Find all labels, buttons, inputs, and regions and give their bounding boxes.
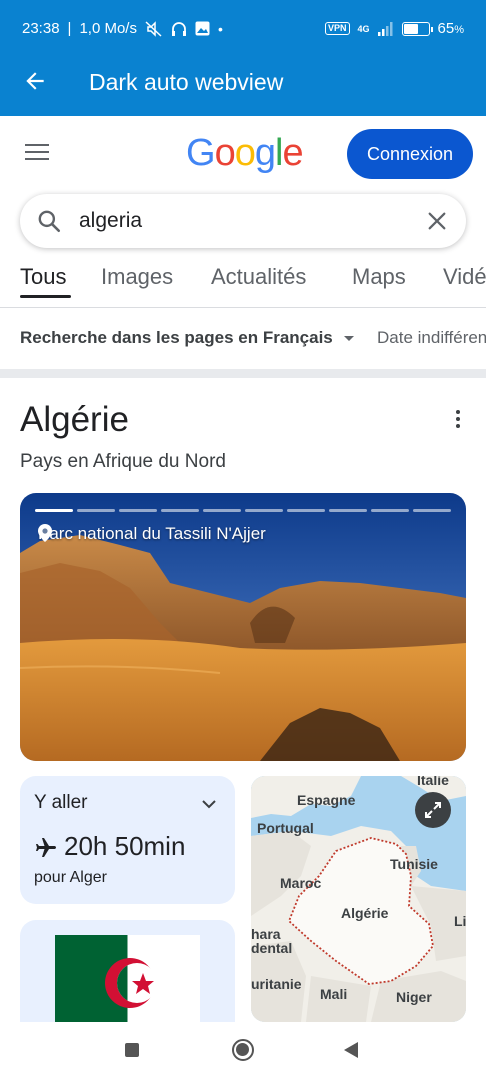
status-net-speed: 1,0 Mo/s: [79, 20, 137, 37]
logo-letter: G: [186, 132, 216, 174]
airplane-icon: [36, 838, 56, 857]
directions-card[interactable]: Y aller 20h 50min pour Alger: [20, 776, 235, 904]
map-label-spain: Espagne: [297, 792, 356, 808]
search-tabs: Tous Images Actualités Maps Vidéos: [0, 256, 486, 308]
google-header: Google Connexion: [0, 116, 486, 192]
battery-percent: 65: [437, 20, 455, 37]
network-type: 4G: [357, 23, 370, 34]
back-triangle-icon[interactable]: [344, 1042, 358, 1058]
slide-progress: [35, 509, 451, 512]
home-circle-icon[interactable]: [232, 1039, 254, 1061]
status-right: VPN 4G 65%: [325, 20, 464, 37]
filter-row: Recherche dans les pages en Français Dat…: [0, 309, 486, 369]
mute-icon: [145, 20, 162, 37]
slide-indicator: [35, 509, 73, 512]
map-label-niger: Niger: [396, 989, 432, 1005]
headphones-icon: [171, 21, 186, 36]
expand-icon: [425, 802, 441, 818]
more-vert-icon[interactable]: [452, 410, 464, 432]
gallery-icon: [195, 21, 210, 36]
location-pin-icon: [38, 524, 52, 542]
tab-news[interactable]: Actualités: [211, 264, 306, 290]
slide-indicator: [161, 509, 199, 512]
travel-duration: 20h 50min: [64, 831, 186, 861]
status-left: 23:38 | 1,0 Mo/s •: [22, 20, 223, 37]
map-label-mali: Mali: [320, 986, 348, 1002]
dot-icon: •: [217, 20, 223, 37]
travel-destination: pour Alger: [34, 869, 107, 886]
logo-letter: g: [254, 132, 276, 174]
language-filter[interactable]: Recherche dans les pages en Français: [20, 328, 333, 348]
logo-letter: e: [282, 132, 303, 174]
hero-image[interactable]: Parc national du Tassili N'Ajjer: [20, 493, 466, 761]
battery-level: 65%: [438, 20, 464, 37]
battery-fill: [403, 23, 419, 34]
slide-indicator: [245, 509, 283, 512]
section-divider: [0, 369, 486, 378]
slide-indicator: [119, 509, 157, 512]
active-tab-indicator: [20, 295, 71, 298]
vpn-icon: VPN: [325, 22, 350, 35]
tab-images[interactable]: Images: [101, 264, 173, 290]
expand-map-button[interactable]: [415, 792, 451, 828]
logo-letter: o: [234, 132, 256, 174]
screen: 23:38 | 1,0 Mo/s • VPN 4G 65% Dark auto …: [0, 0, 486, 1080]
search-input[interactable]: algeria: [79, 209, 142, 233]
status-time: 23:38: [22, 20, 60, 37]
slide-indicator: [203, 509, 241, 512]
slide-indicator: [287, 509, 325, 512]
map-label-mauritania: uritanie: [251, 976, 302, 992]
hero-caption-text: Parc national du Tassili N'Ajjer: [38, 524, 266, 543]
slide-indicator: [77, 509, 115, 512]
flag-card[interactable]: [20, 920, 235, 1022]
tab-all[interactable]: Tous: [20, 264, 66, 290]
menu-icon[interactable]: [25, 144, 49, 162]
battery-icon: [401, 21, 433, 36]
map-label-occidental: dental: [251, 940, 293, 956]
tab-maps[interactable]: Maps: [352, 264, 406, 290]
slide-indicator: [371, 509, 409, 512]
tab-videos[interactable]: Vidéos: [443, 264, 486, 290]
close-icon[interactable]: [426, 210, 448, 232]
map-card[interactable]: Italie Espagne Portugal Tunisie Maroc Al…: [251, 776, 466, 1022]
status-bar: 23:38 | 1,0 Mo/s • VPN 4G 65%: [0, 0, 486, 46]
slide-indicator: [413, 509, 451, 512]
chevron-down-icon[interactable]: [201, 796, 217, 812]
map-label-algeria: Algérie: [341, 905, 389, 921]
map-label-italy: Italie: [417, 776, 449, 788]
knowledge-panel-subtitle: Pays en Afrique du Nord: [20, 451, 226, 472]
map-label-morocco: Maroc: [280, 875, 322, 891]
recents-square-icon[interactable]: [125, 1043, 139, 1057]
logo-letter: o: [214, 132, 236, 174]
map-label-tunisia: Tunisie: [390, 856, 438, 872]
hero-caption: Parc national du Tassili N'Ajjer: [38, 524, 266, 544]
caret-down-icon[interactable]: [344, 336, 354, 341]
google-logo[interactable]: Google: [186, 132, 304, 175]
app-title: Dark auto webview: [89, 69, 284, 95]
battery-unit: %: [454, 24, 464, 36]
system-nav-bar: [0, 1022, 486, 1080]
login-button[interactable]: Connexion: [347, 129, 473, 179]
arrow-back-icon[interactable]: [22, 68, 48, 94]
knowledge-panel-title: Algérie: [20, 400, 129, 439]
search-icon[interactable]: [36, 208, 62, 234]
signal-icon: [377, 21, 393, 36]
app-bar: Dark auto webview: [0, 46, 486, 116]
search-box[interactable]: algeria: [20, 194, 466, 248]
slide-indicator: [329, 509, 367, 512]
directions-label: Y aller: [34, 792, 88, 813]
algeria-flag: [55, 935, 200, 1022]
map-label-portugal: Portugal: [257, 820, 314, 836]
date-filter[interactable]: Date indifférente: [377, 328, 486, 348]
map-label-libya: Li: [454, 913, 466, 929]
